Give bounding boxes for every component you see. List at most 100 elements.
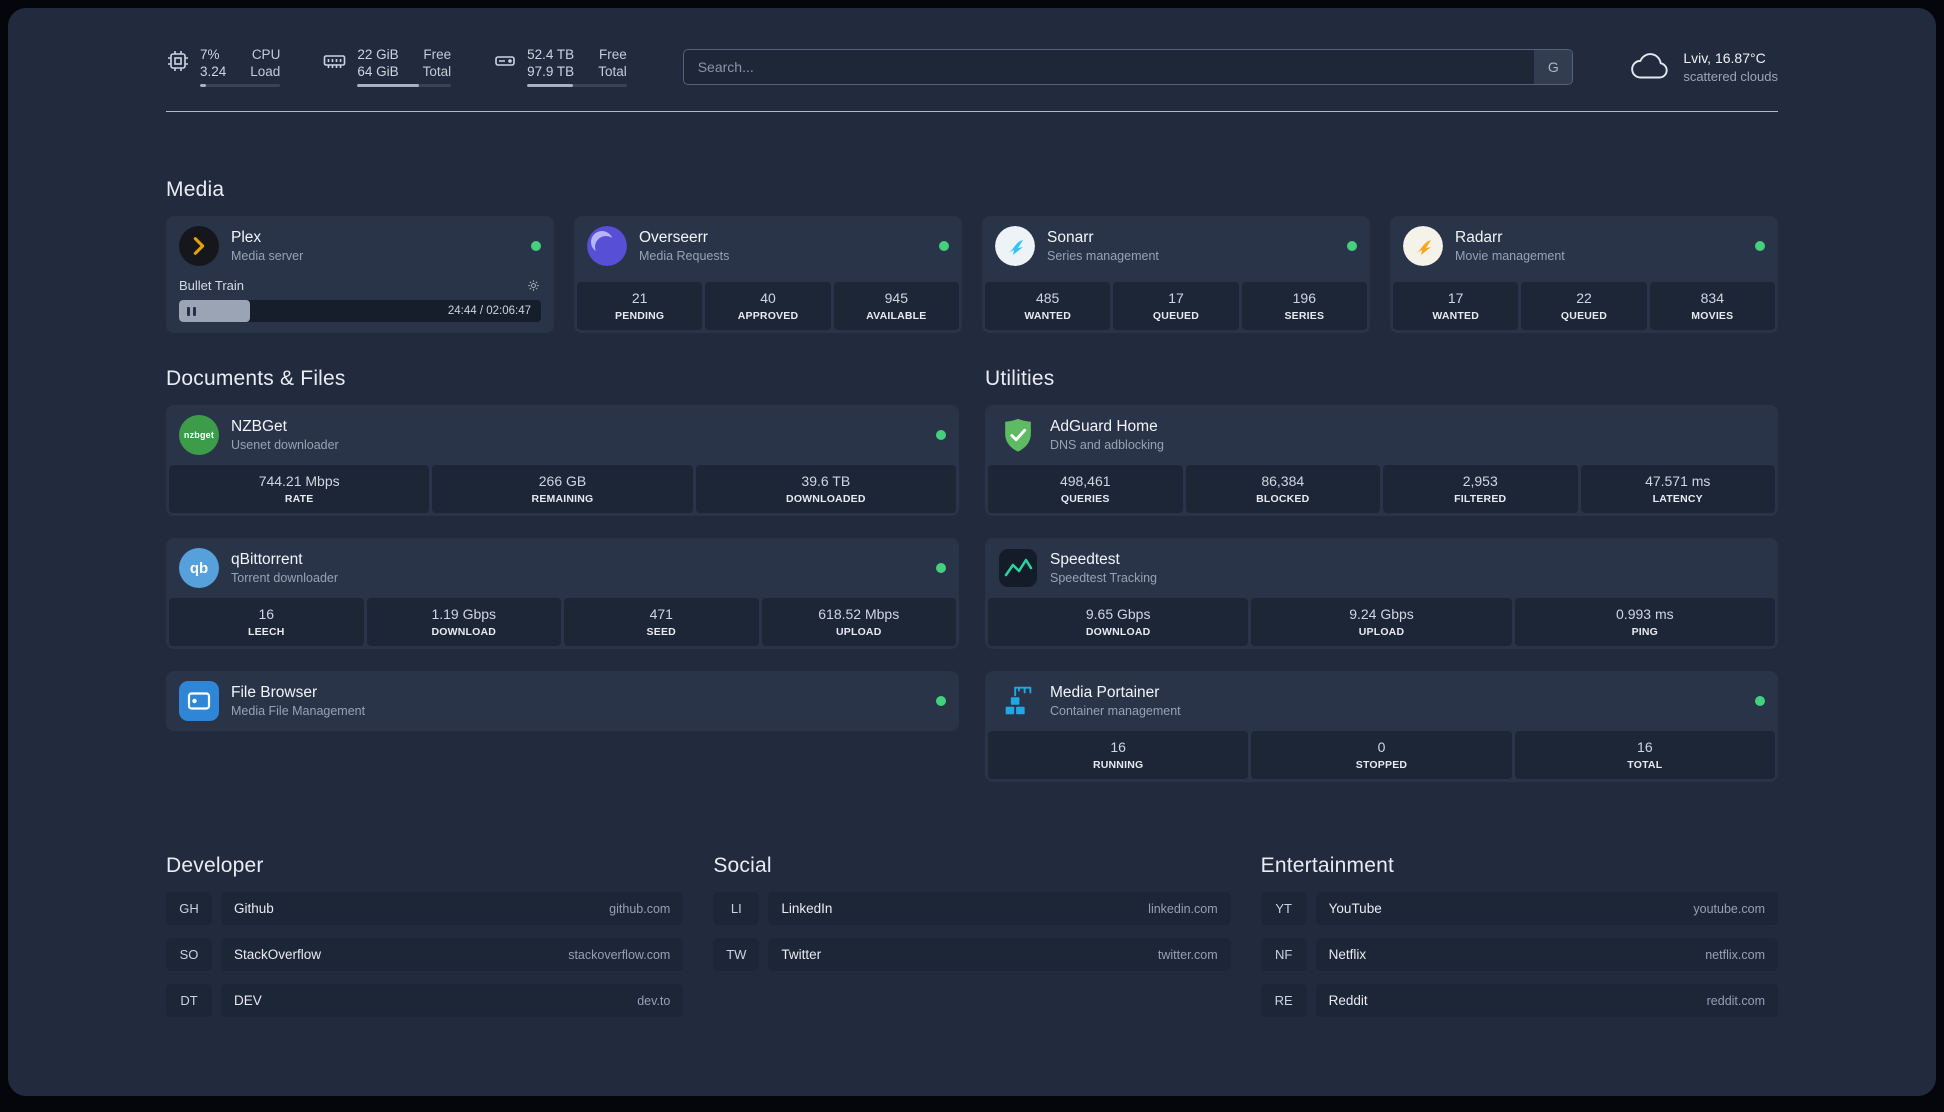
bookmark-dev[interactable]: DT DEV dev.to [166, 984, 684, 1017]
now-playing-title: Bullet Train [179, 278, 245, 293]
adguard-icon [998, 415, 1038, 455]
service-card-overseerr[interactable]: Overseerr Media Requests 21 PENDING 40 A… [574, 216, 962, 333]
service-title: File Browser [231, 684, 318, 701]
stat-pending: 21 PENDING [577, 282, 703, 330]
playback-progress-fill [179, 300, 250, 322]
bookmark-name: YouTube [1328, 901, 1382, 916]
service-card-sonarr[interactable]: Sonarr Series management 485 WANTED 17 Q… [982, 216, 1370, 333]
plex-now-playing: Bullet Train 24:44 / 02:06:47 [166, 276, 554, 333]
topbar-divider [166, 111, 1778, 112]
stat-ping: 0.993 ms PING [1514, 598, 1775, 646]
section-heading-developer: Developer [166, 854, 264, 877]
disk-label-1: Free [598, 47, 627, 62]
service-card-radarr[interactable]: Radarr Movie management 17 WANTED 22 QUE… [1390, 216, 1778, 333]
service-subtitle: Speedtest Tracking [1050, 571, 1158, 585]
search-provider-button[interactable]: G [1534, 49, 1573, 84]
bookmark-linkedin[interactable]: LI LinkedIn linkedin.com [713, 892, 1231, 925]
radarr-icon [1403, 226, 1443, 266]
bookmark-stackoverflow[interactable]: SO StackOverflow stackoverflow.com [166, 938, 684, 971]
section-heading-social: Social [713, 854, 772, 877]
disk-progress-fill [527, 84, 573, 87]
disk-label-2: Total [598, 64, 627, 79]
service-subtitle: DNS and adblocking [1050, 438, 1164, 452]
top-bar: 7% CPU 3.24 Load 22 GiB Free 64 GiB Tota… [166, 8, 1778, 87]
bookmark-group-developer: Developer GH Github github.com SO StackO… [166, 854, 684, 1017]
bookmark-netflix[interactable]: NF Netflix netflix.com [1260, 938, 1778, 971]
bookmark-abbr: RE [1260, 984, 1307, 1017]
service-card-filebrowser[interactable]: File Browser Media File Management [166, 671, 959, 731]
service-title: Plex [231, 229, 262, 246]
service-title: Speedtest [1050, 551, 1120, 568]
overseerr-icon [587, 226, 627, 266]
bookmark-name: Reddit [1328, 993, 1368, 1008]
section-heading-documents: Documents & Files [166, 367, 346, 390]
service-card-qbittorrent[interactable]: qb qBittorrent Torrent downloader 16 LEE… [166, 538, 959, 649]
cpu-usage: 7% [200, 47, 220, 62]
service-subtitle: Media server [231, 249, 304, 263]
playback-time: 24:44 / 02:06:47 [447, 305, 531, 317]
bookmark-group-social: Social LI LinkedIn linkedin.com TW Twitt… [713, 854, 1231, 1017]
stat-queries: 498,461 QUERIES [988, 465, 1183, 513]
bookmark-reddit[interactable]: RE Reddit reddit.com [1260, 984, 1778, 1017]
bookmark-url: reddit.com [1706, 993, 1765, 1008]
section-documents: Documents & Files nzbget NZBGet Usenet d… [166, 367, 959, 782]
bookmark-url: twitter.com [1157, 947, 1218, 962]
portainer-icon [998, 681, 1038, 721]
stat-wanted: 485 WANTED [985, 282, 1111, 330]
cpu-progress-bar [200, 84, 281, 87]
bookmark-url: youtube.com [1693, 901, 1765, 916]
stat-movies: 834 MOVIES [1649, 282, 1775, 330]
stat-series: 196 SERIES [1241, 282, 1367, 330]
search-input[interactable] [683, 49, 1535, 84]
playback-progress-bar[interactable]: 24:44 / 02:06:47 [179, 300, 541, 322]
bookmark-url: netflix.com [1705, 947, 1765, 962]
bookmark-group-entertainment: Entertainment YT YouTube youtube.com NF … [1260, 854, 1778, 1017]
service-title: qBittorrent [231, 551, 303, 568]
pause-icon[interactable] [187, 306, 196, 316]
disk-total: 97.9 TB [527, 64, 575, 79]
service-title: Overseerr [639, 229, 708, 246]
service-card-speedtest[interactable]: Speedtest Speedtest Tracking 9.65 Gbps D… [985, 538, 1778, 649]
disk-progress-bar [527, 84, 627, 87]
service-subtitle: Torrent downloader [231, 571, 339, 585]
service-card-portainer[interactable]: Media Portainer Container management 16 … [985, 671, 1778, 782]
bookmark-twitter[interactable]: TW Twitter twitter.com [713, 938, 1231, 971]
section-utilities: Utilities AdGuard Home DNS and adblockin… [985, 367, 1778, 782]
dashboard: 7% CPU 3.24 Load 22 GiB Free 64 GiB Tota… [8, 8, 1936, 1096]
bookmark-abbr: DT [166, 984, 212, 1017]
bookmark-name: Netflix [1328, 947, 1367, 962]
status-dot [936, 696, 946, 706]
bookmark-abbr: SO [166, 938, 212, 971]
service-card-adguard[interactable]: AdGuard Home DNS and adblocking 498,461 … [985, 405, 1778, 516]
memory-free: 22 GiB [357, 47, 399, 62]
service-subtitle: Media File Management [231, 704, 366, 718]
status-dot [531, 241, 541, 251]
stat-filtered: 2,953 FILTERED [1383, 465, 1578, 513]
stat-available: 945 AVAILABLE [833, 282, 959, 330]
status-dot [936, 430, 946, 440]
memory-icon [322, 49, 347, 73]
bookmark-github[interactable]: GH Github github.com [166, 892, 684, 925]
qbittorrent-icon: qb [179, 548, 219, 588]
cpu-widget: 7% CPU 3.24 Load [166, 46, 281, 87]
service-title: Radarr [1455, 229, 1503, 246]
service-subtitle: Series management [1047, 249, 1159, 263]
stat-leech: 16 LEECH [169, 598, 364, 646]
bookmark-abbr: GH [166, 892, 212, 925]
weather-widget: Lviv, 16.87°C scattered clouds [1629, 50, 1778, 84]
weather-condition: scattered clouds [1683, 68, 1778, 84]
service-card-nzbget[interactable]: nzbget NZBGet Usenet downloader 744.21 M… [166, 405, 959, 516]
stat-running: 16 RUNNING [988, 731, 1249, 779]
cpu-progress-fill [200, 84, 206, 87]
service-card-plex[interactable]: Plex Media server Bullet Train 24:44 / 0… [166, 216, 554, 333]
bookmark-abbr: NF [1260, 938, 1307, 971]
status-dot [939, 241, 949, 251]
section-heading-utilities: Utilities [985, 367, 1055, 390]
stat-rate: 744.21 Mbps RATE [169, 465, 430, 513]
memory-progress-fill [357, 84, 420, 87]
status-dot [936, 563, 946, 573]
stat-upload: 618.52 Mbps UPLOAD [761, 598, 956, 646]
bookmark-youtube[interactable]: YT YouTube youtube.com [1260, 892, 1778, 925]
bookmark-name: DEV [234, 993, 262, 1008]
settings-gear-icon[interactable] [526, 278, 541, 293]
